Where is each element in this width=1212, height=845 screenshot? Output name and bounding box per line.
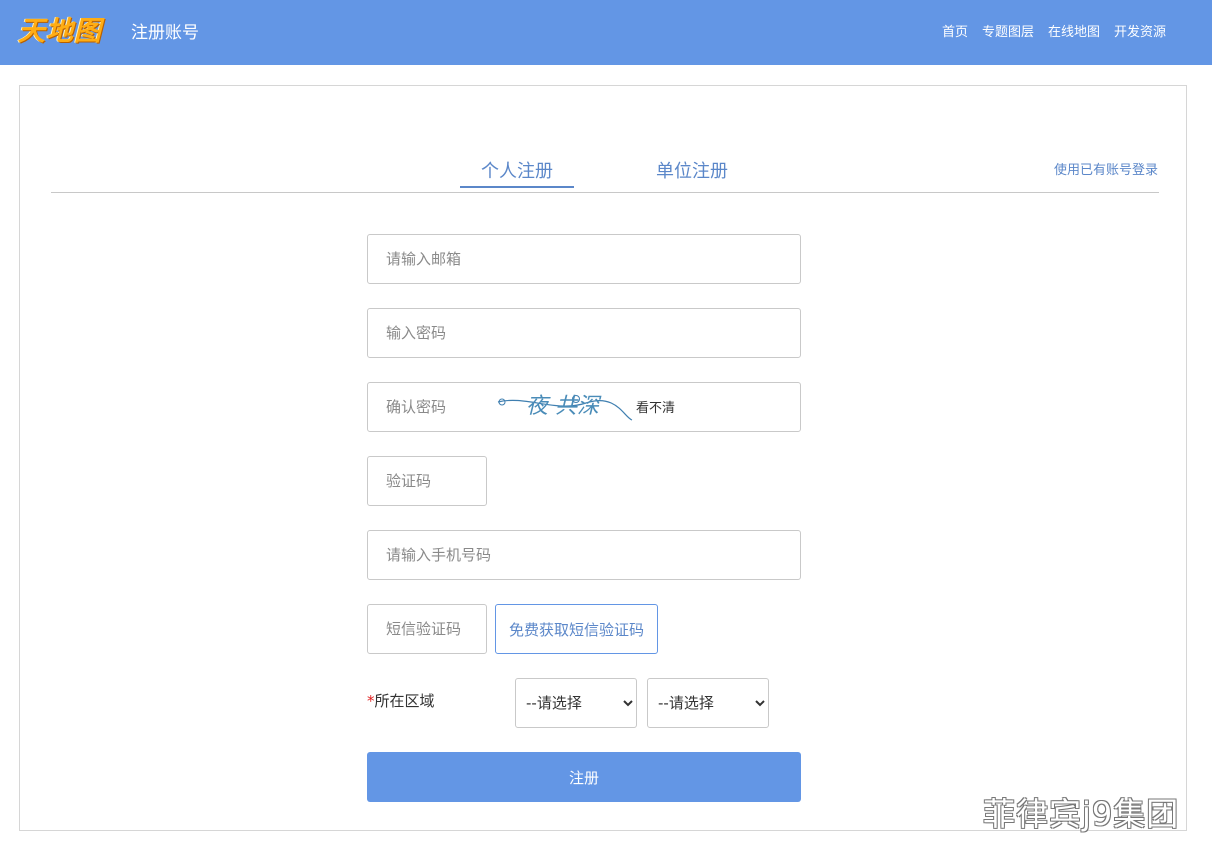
tianditu-logo[interactable]: 天地图 bbox=[18, 12, 118, 52]
region-label: *所在区域 bbox=[367, 691, 435, 711]
captcha-input[interactable] bbox=[367, 456, 487, 506]
captcha-image[interactable]: 夜 共深 bbox=[496, 377, 634, 423]
tab-personal-register[interactable]: 个人注册 bbox=[460, 160, 574, 184]
region-select-city[interactable]: --请选择 bbox=[647, 678, 769, 728]
phone-input[interactable] bbox=[367, 530, 801, 580]
existing-account-login-link[interactable]: 使用已有账号登录 bbox=[1054, 162, 1158, 180]
email-input[interactable] bbox=[367, 234, 801, 284]
nav-online-map[interactable]: 在线地图 bbox=[1048, 23, 1100, 43]
page-title: 注册账号 bbox=[131, 23, 199, 43]
top-nav: 首页 专题图层 在线地图 开发资源 bbox=[942, 23, 1166, 43]
sms-code-input[interactable] bbox=[367, 604, 487, 654]
register-submit-button[interactable]: 注册 bbox=[367, 752, 801, 802]
tab-unit-register[interactable]: 单位注册 bbox=[656, 160, 728, 184]
tabs-divider bbox=[51, 192, 1159, 193]
nav-dev-resources[interactable]: 开发资源 bbox=[1114, 23, 1166, 43]
nav-home[interactable]: 首页 bbox=[942, 23, 968, 43]
active-tab-underline bbox=[460, 186, 574, 188]
required-mark: * bbox=[367, 692, 375, 710]
captcha-text: 夜 共深 bbox=[526, 394, 602, 419]
region-select-province[interactable]: --请选择 bbox=[515, 678, 637, 728]
region-label-text: 所在区域 bbox=[374, 692, 435, 710]
captcha-refresh-link[interactable]: 看不清 bbox=[636, 400, 675, 418]
top-header: 天地图 注册账号 首页 专题图层 在线地图 开发资源 bbox=[0, 0, 1212, 65]
get-sms-code-button[interactable]: 免费获取短信验证码 bbox=[495, 604, 658, 654]
nav-thematic-layers[interactable]: 专题图层 bbox=[982, 23, 1034, 43]
watermark-text: 菲律宾j9集团 bbox=[983, 795, 1180, 833]
password-input[interactable] bbox=[367, 308, 801, 358]
